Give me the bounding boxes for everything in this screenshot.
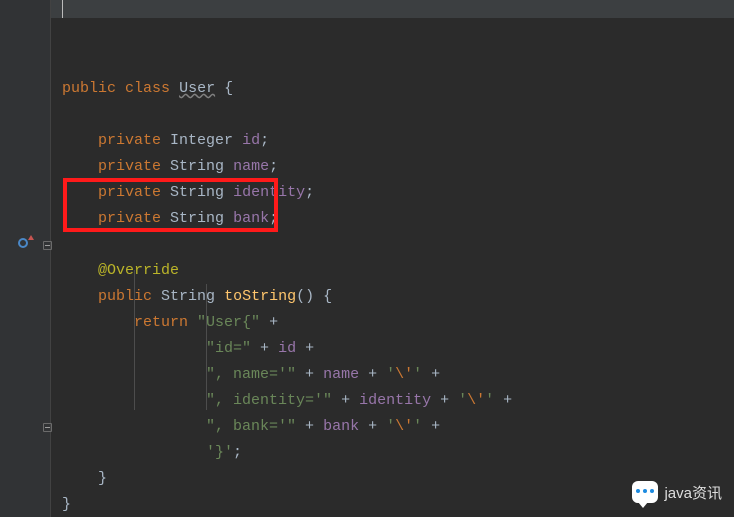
code-text: } bbox=[62, 466, 107, 492]
gutter-border bbox=[50, 0, 51, 517]
code-line[interactable]: @Override bbox=[0, 206, 18, 232]
code-line[interactable]: '}'; bbox=[0, 388, 18, 414]
chat-bubble-icon bbox=[632, 481, 658, 503]
watermark-text: java资讯 bbox=[664, 482, 722, 503]
code-line[interactable] bbox=[0, 50, 18, 76]
code-line[interactable]: private String bank; bbox=[0, 154, 18, 180]
code-text: ", identity='" + identity + '\'' + bbox=[62, 388, 512, 414]
code-line[interactable]: "id=" + id + bbox=[0, 284, 18, 310]
code-text: ", bank='" + bank + '\'' + bbox=[62, 414, 440, 440]
code-text: public String toString() { bbox=[62, 284, 332, 310]
code-text: } bbox=[62, 492, 71, 517]
code-line[interactable]: public class User { bbox=[0, 24, 18, 50]
code-line[interactable]: } bbox=[0, 440, 18, 466]
code-text: "id=" + id + bbox=[62, 336, 314, 362]
code-line[interactable]: private Integer id; bbox=[0, 76, 18, 102]
code-line[interactable]: return "User{" + bbox=[0, 258, 18, 284]
fold-icon[interactable] bbox=[43, 241, 52, 250]
annotation-highlight-box bbox=[63, 178, 278, 232]
editor-topbar bbox=[50, 0, 734, 18]
code-text: return "User{" + bbox=[62, 310, 278, 336]
code-line[interactable] bbox=[0, 180, 18, 206]
code-line[interactable]: ", bank='" + bank + '\'' + bbox=[0, 362, 18, 388]
code-text: private String name; bbox=[62, 154, 278, 180]
code-line[interactable]: private String name; bbox=[0, 102, 18, 128]
code-text: public class User { bbox=[62, 76, 233, 102]
watermark: java资讯 bbox=[632, 481, 722, 503]
code-text: '}'; bbox=[62, 440, 242, 466]
indent-guide bbox=[134, 270, 135, 410]
indent-guide bbox=[206, 284, 207, 410]
code-line[interactable]: } bbox=[0, 414, 18, 440]
code-text: @Override bbox=[62, 258, 179, 284]
fold-icon[interactable] bbox=[43, 423, 52, 432]
code-line[interactable]: private String identity; bbox=[0, 128, 18, 154]
code-line[interactable] bbox=[0, 466, 18, 492]
code-text: private Integer id; bbox=[62, 128, 269, 154]
code-line[interactable]: ", identity='" + identity + '\'' + bbox=[0, 336, 18, 362]
code-line[interactable]: ", name='" + name + '\'' + bbox=[0, 310, 18, 336]
code-text: ", name='" + name + '\'' + bbox=[62, 362, 440, 388]
text-caret bbox=[62, 0, 63, 18]
code-line[interactable]: public String toString() { bbox=[0, 232, 18, 258]
